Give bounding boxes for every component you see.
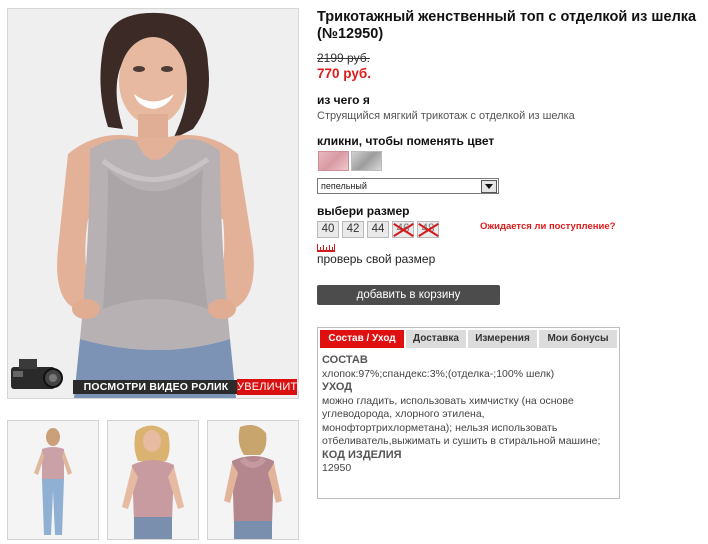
product-title: Трикотажный женственный топ с отделкой и… [317, 9, 697, 42]
add-to-cart-button[interactable]: добавить в корзину [317, 285, 500, 305]
new-price: 770 руб. [317, 66, 371, 81]
thumbnail-3[interactable] [207, 420, 299, 540]
product-main-image[interactable] [7, 8, 299, 399]
size-option-44[interactable]: 44 [367, 221, 389, 238]
tab-composition-care[interactable]: Состав / Уход [320, 330, 405, 348]
thumbnail-1[interactable] [7, 420, 99, 540]
color-select-value: пепельный [321, 181, 367, 191]
size-option-48-unavailable: 48 [417, 221, 439, 238]
size-option-42[interactable]: 42 [342, 221, 364, 238]
care-heading: УХОД [322, 381, 353, 393]
video-link[interactable]: ПОСМОТРИ ВИДЕО РОЛИК [73, 380, 239, 394]
color-swatch-pink[interactable] [318, 151, 349, 171]
video-camera-icon[interactable] [7, 353, 69, 395]
tab-my-bonuses[interactable]: Мои бонусы [539, 330, 617, 348]
code-heading: КОД ИЗДЕЛИЯ [322, 448, 402, 461]
awaiting-link[interactable]: Ожидается ли поступление? [480, 221, 615, 232]
material-heading: из чего я [317, 93, 370, 107]
color-select[interactable]: пепельный [317, 178, 499, 194]
size-option-46-unavailable: 46 [392, 221, 414, 238]
composition-heading: СОСТАВ [322, 354, 368, 366]
tab-measurements[interactable]: Измерения [468, 330, 538, 348]
tab-content: СОСТАВ хлопок:97%;спандекс:3%;(отделка-;… [322, 354, 614, 476]
composition-text: хлопок:97%;спандекс:3%;(отделка-;100% ше… [322, 367, 555, 380]
color-swatch-grey[interactable] [351, 151, 382, 171]
chevron-down-icon[interactable] [481, 180, 497, 193]
size-heading: выбери размер [317, 204, 410, 218]
product-code: 12950 [322, 462, 352, 474]
check-size-link[interactable]: проверь свой размер [317, 252, 435, 266]
care-text: можно гладить, использовать химчистку (н… [322, 394, 601, 448]
ruler-icon [317, 244, 335, 252]
size-option-40[interactable]: 40 [317, 221, 339, 238]
product-info-tabs: Состав / Уход Доставка Измерения Мои бон… [317, 327, 620, 499]
zoom-button[interactable]: УВЕЛИЧИТЬ [237, 379, 305, 395]
model-photo [8, 9, 298, 398]
thumbnail-2[interactable] [107, 420, 199, 540]
video-bar: ПОСМОТРИ ВИДЕО РОЛИК УВЕЛИЧИТЬ [7, 359, 305, 397]
tab-delivery[interactable]: Доставка [406, 330, 467, 348]
old-price: 2199 руб. [317, 51, 370, 65]
color-heading: кликни, чтобы поменять цвет [317, 134, 495, 148]
material-description: Струящийся мягкий трикотаж с отделкой из… [317, 110, 575, 122]
